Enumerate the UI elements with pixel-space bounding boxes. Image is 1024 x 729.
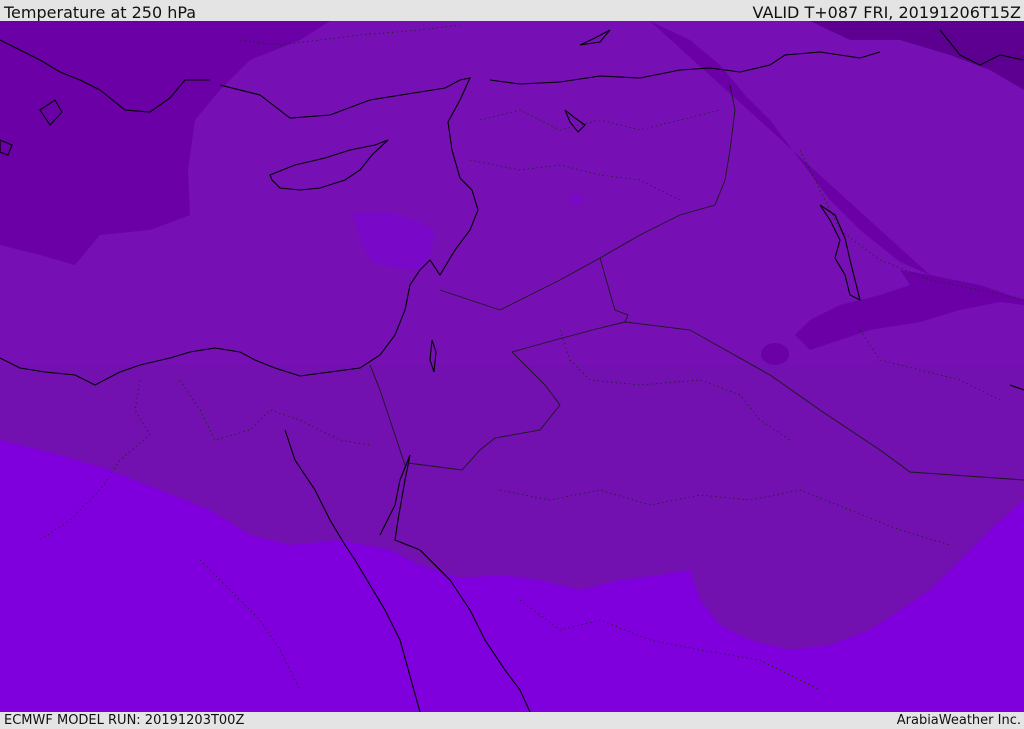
warm-patch-small <box>569 195 583 205</box>
map-title: Temperature at 250 hPa <box>4 3 197 22</box>
valid-time: VALID T+087 FRI, 20191206T15Z <box>752 3 1021 22</box>
weather-map <box>0 21 1024 712</box>
footer-bar: ECMWF MODEL RUN: 20191203T00Z ArabiaWeat… <box>0 712 1024 729</box>
model-run: ECMWF MODEL RUN: 20191203T00Z <box>4 713 245 728</box>
cold-blob <box>761 343 789 365</box>
header-bar: Temperature at 250 hPa VALID T+087 FRI, … <box>0 0 1024 22</box>
credit: ArabiaWeather Inc. <box>896 713 1021 728</box>
